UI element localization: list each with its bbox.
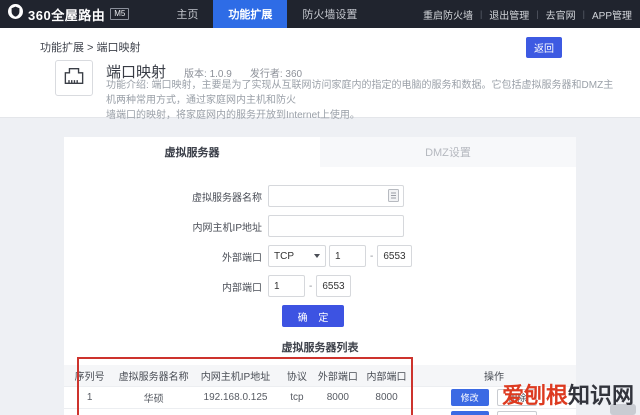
tab-dmz-settings[interactable]: DMZ设置	[320, 137, 576, 167]
external-port-label: 外部端口	[222, 252, 262, 264]
action-separator: |	[479, 9, 483, 19]
virtual-server-table: 序列号 虚拟服务器名称 内网主机IP地址 协议 外部端口 内部端口 操作 1 华…	[64, 365, 576, 415]
action-separator: |	[536, 9, 539, 19]
ethernet-port-icon	[63, 66, 85, 91]
header-name: 虚拟服务器名称	[115, 365, 192, 386]
form-row-name: 虚拟服务器名称	[64, 185, 576, 207]
protocol-select[interactable]: TCP	[268, 245, 326, 267]
form-row-external-port: 外部端口 TCP -	[64, 245, 576, 267]
device-picker-icon[interactable]	[388, 189, 399, 207]
router-admin-screen: 360全屋路由 M5 主页 功能扩展 防火墙设置 重启防火墙 | 退出管理 | …	[0, 0, 640, 415]
name-input-wrap	[268, 185, 404, 207]
header-ext-port: 外部端口	[314, 365, 361, 386]
cell-protocol: tcp	[279, 385, 315, 408]
cell-protocol: tcp	[279, 407, 315, 415]
app-icon-box	[55, 60, 93, 96]
topbar-actions: 重启防火墙 | 退出管理 | 去官网 | APP管理	[423, 7, 632, 22]
cell-ip: 192.168.0.125	[191, 385, 280, 408]
cell-seq: 1	[64, 385, 116, 408]
range-dash: -	[370, 250, 374, 262]
watermark-dark-part: 知识网	[568, 383, 635, 408]
cell-int-port: 18181	[360, 407, 413, 415]
modify-button[interactable]: 修改	[450, 410, 489, 415]
delete-button[interactable]: 删除	[497, 410, 538, 415]
header-ip: 内网主机IP地址	[191, 365, 280, 386]
model-badge: M5	[110, 8, 130, 20]
protocol-value: TCP	[274, 250, 294, 262]
action-separator: |	[582, 9, 585, 19]
server-name-input[interactable]	[268, 185, 404, 207]
header-int-port: 内部端口	[360, 365, 413, 386]
breadcrumb[interactable]: 功能扩展 > 端口映射	[40, 39, 141, 55]
ip-label: 内网主机IP地址	[192, 222, 262, 234]
confirm-button[interactable]: 确 定	[282, 305, 344, 327]
table-row: 1 华硕 192.168.0.125 tcp 8000 8000 修改 删除	[64, 385, 576, 408]
app-description-line1: 功能介绍: 端口映射，主要是为了实现从互联网访问家庭内的指定的电脑的服务和数据。…	[106, 80, 614, 106]
external-port-from-input[interactable]	[329, 245, 366, 267]
action-logout[interactable]: 退出管理	[489, 7, 529, 22]
action-official-site[interactable]: 去官网	[546, 7, 576, 22]
cell-ext-port: 8000	[314, 385, 361, 408]
external-port-to-input[interactable]	[377, 245, 413, 267]
app-description: 功能介绍: 端口映射，主要是为了实现从互联网访问家庭内的指定的电脑的服务和数据。…	[106, 78, 616, 123]
table-header-row: 序列号 虚拟服务器名称 内网主机IP地址 协议 外部端口 内部端口 操作	[64, 365, 576, 386]
cell-name: 华硕	[115, 385, 192, 408]
brand-logo: 360全屋路由 M5	[8, 4, 130, 24]
form-row-ip: 内网主机IP地址	[64, 215, 576, 237]
menu-item-firewall[interactable]: 防火墙设置	[287, 0, 372, 28]
cell-int-port: 8000	[360, 385, 413, 408]
menu-item-extensions[interactable]: 功能扩展	[213, 0, 288, 28]
name-label: 虚拟服务器名称	[192, 192, 262, 204]
top-navigation-bar: 360全屋路由 M5 主页 功能扩展 防火墙设置 重启防火墙 | 退出管理 | …	[0, 0, 640, 28]
internal-port-to-input[interactable]	[316, 275, 352, 297]
table-row: 2 华硕2 192.168.0.125 tcp 18181 18181 修改 删…	[64, 407, 576, 415]
header-protocol: 协议	[279, 365, 315, 386]
back-button[interactable]: 返回	[526, 37, 562, 58]
modify-button[interactable]: 修改	[450, 388, 489, 406]
action-restart-firewall[interactable]: 重启防火墙	[423, 7, 473, 22]
table-title: 虚拟服务器列表	[281, 342, 359, 354]
shield-logo-icon	[8, 4, 23, 24]
header-seq: 序列号	[64, 365, 116, 386]
brand-name: 360全屋路由	[28, 7, 106, 23]
cell-ip: 192.168.0.125	[191, 407, 280, 415]
cell-seq: 2	[64, 407, 116, 415]
watermark-text: 爱刨根知识网	[502, 378, 634, 410]
menu-item-home[interactable]: 主页	[161, 0, 213, 28]
app-description-line2: 墙端口的映射，将家庭网内的服务开放到Internet上使用。	[106, 110, 360, 121]
virtual-server-form: 虚拟服务器名称 内网主机IP地址 外部端口 TCP -	[64, 185, 576, 327]
main-menu: 主页 功能扩展 防火墙设置	[161, 0, 372, 28]
form-row-internal-port: 内部端口 -	[64, 275, 576, 297]
range-dash: -	[309, 280, 313, 292]
page-header: 功能扩展 > 端口映射 返回 端口映射 版本: 1.0.9 发行者: 360 功…	[0, 28, 640, 121]
cell-name: 华硕2	[115, 407, 192, 415]
watermark-red-part: 爱刨根	[502, 383, 569, 408]
internal-port-label: 内部端口	[222, 282, 262, 294]
tab-bar: 虚拟服务器 DMZ设置	[64, 137, 576, 167]
internal-port-from-input[interactable]	[268, 275, 305, 297]
chevron-down-icon	[314, 254, 320, 258]
cell-ext-port: 18181	[314, 407, 361, 415]
action-app-manage[interactable]: APP管理	[592, 7, 632, 22]
port-mapping-panel: 虚拟服务器 DMZ设置 虚拟服务器名称 内网主机IP地址 外部端口 TCP 1 …	[64, 137, 576, 415]
lan-ip-input[interactable]	[268, 215, 404, 237]
tab-virtual-server[interactable]: 虚拟服务器	[64, 137, 320, 167]
